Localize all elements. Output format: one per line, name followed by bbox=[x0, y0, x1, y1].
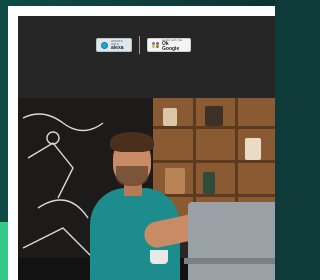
alexa-badge[interactable]: WORKS WITH alexa bbox=[96, 38, 132, 52]
person-beard bbox=[116, 166, 148, 186]
badge-divider bbox=[139, 36, 140, 54]
laptop-base bbox=[184, 258, 275, 264]
accent-strip bbox=[0, 222, 8, 280]
coffee-cup bbox=[150, 250, 168, 264]
google-assistant-icon bbox=[152, 41, 159, 49]
person-hair bbox=[110, 132, 154, 152]
laptop bbox=[188, 202, 275, 280]
google-assistant-badge[interactable]: works with the Ok Google bbox=[147, 38, 191, 52]
alexa-badge-brand: alexa bbox=[111, 44, 124, 51]
alexa-icon bbox=[101, 41, 108, 49]
hero-image bbox=[18, 98, 275, 280]
header-badges: WORKS WITH alexa works with the Ok Googl… bbox=[18, 16, 275, 104]
google-badge-brand: Ok Google bbox=[162, 40, 180, 52]
